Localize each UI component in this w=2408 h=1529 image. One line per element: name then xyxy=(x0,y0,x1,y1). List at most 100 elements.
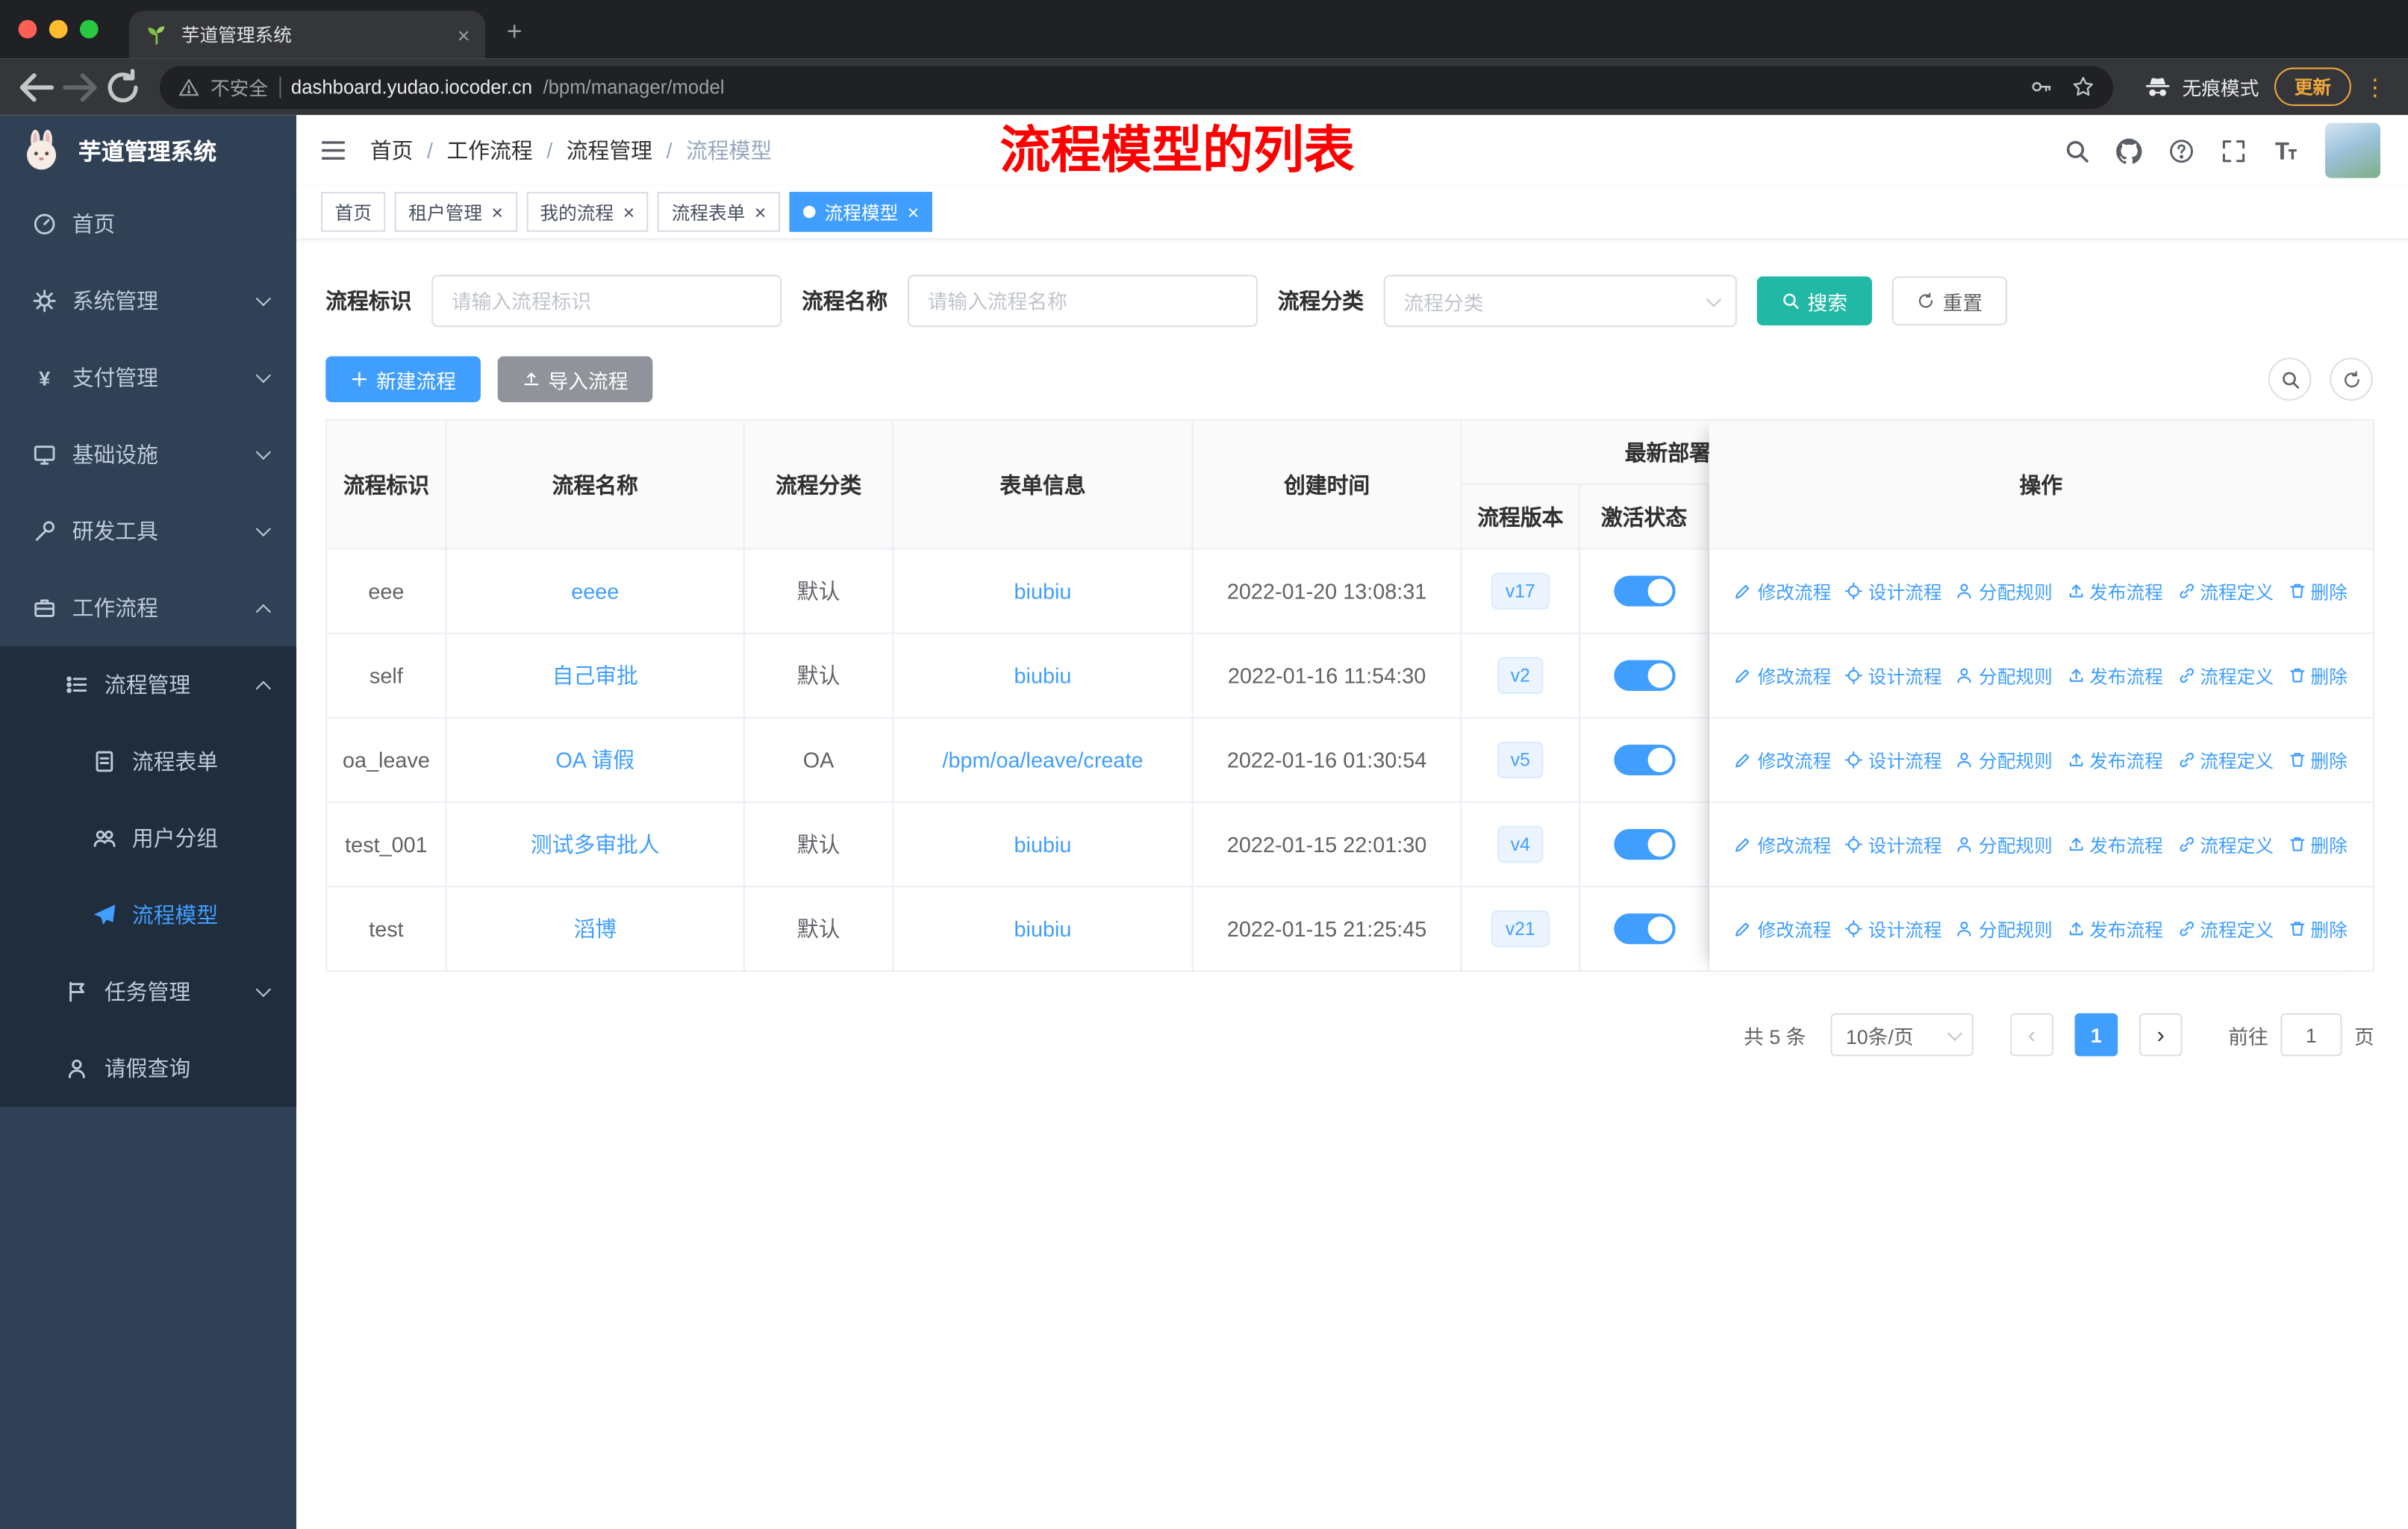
form-info-link[interactable]: /bpm/oa/leave/create xyxy=(942,748,1143,772)
sidebar-item-process-manage[interactable]: 流程管理 xyxy=(0,646,297,724)
action-assign-rule[interactable]: 分配规则 xyxy=(1956,831,2053,857)
search-button[interactable]: 搜索 xyxy=(1756,276,1873,326)
bookmark-star-icon[interactable] xyxy=(2071,75,2094,99)
active-toggle[interactable] xyxy=(1613,744,1675,775)
tag-process-model[interactable]: 流程模型 × xyxy=(789,192,933,232)
sidebar-item-task-manage[interactable]: 任务管理 xyxy=(0,953,297,1031)
github-icon[interactable] xyxy=(2116,137,2142,163)
action-edit[interactable]: 修改流程 xyxy=(1735,663,1831,689)
url-bar[interactable]: 不安全 dashboard.yudao.iocoder.cn/bpm/manag… xyxy=(159,65,2113,109)
action-publish[interactable]: 发布流程 xyxy=(2066,916,2163,942)
form-info-link[interactable]: biubiu xyxy=(1014,579,1072,604)
action-design[interactable]: 设计流程 xyxy=(1845,916,1942,942)
browser-menu-icon[interactable]: ⋮ xyxy=(2363,73,2386,101)
sidebar-item-process-form[interactable]: 流程表单 xyxy=(0,723,297,800)
action-design[interactable]: 设计流程 xyxy=(1845,831,1942,857)
prev-page-button[interactable]: ‹ xyxy=(2010,1013,2053,1057)
process-key-input[interactable] xyxy=(431,275,782,328)
minimize-window-button[interactable] xyxy=(49,19,68,39)
action-design[interactable]: 设计流程 xyxy=(1845,578,1942,604)
sidebar-item-home[interactable]: 首页 xyxy=(0,186,296,263)
action-assign-rule[interactable]: 分配规则 xyxy=(1956,747,2053,773)
process-name-link[interactable]: 自己审批 xyxy=(552,660,638,691)
breadcrumb-item[interactable]: 首页 xyxy=(370,135,414,166)
sidebar-item-infrastructure[interactable]: 基础设施 xyxy=(0,416,296,493)
sidebar-item-system[interactable]: 系统管理 xyxy=(0,263,296,340)
sidebar-item-workflow[interactable]: 工作流程 xyxy=(0,569,296,646)
active-toggle[interactable] xyxy=(1613,660,1675,691)
action-publish[interactable]: 发布流程 xyxy=(2066,663,2163,689)
sidebar-item-leave-query[interactable]: 请假查询 xyxy=(0,1030,297,1107)
password-key-icon[interactable] xyxy=(2030,75,2053,99)
action-publish[interactable]: 发布流程 xyxy=(2066,578,2163,604)
action-edit[interactable]: 修改流程 xyxy=(1735,747,1831,773)
forward-icon[interactable] xyxy=(58,65,102,108)
action-delete[interactable]: 删除 xyxy=(2288,663,2348,689)
tag-process-form[interactable]: 流程表单 × xyxy=(658,192,780,232)
process-name-link[interactable]: 滔博 xyxy=(573,913,617,944)
action-definition[interactable]: 流程定义 xyxy=(2177,916,2274,942)
toggle-search-button[interactable] xyxy=(2268,357,2312,401)
category-select[interactable]: 流程分类 xyxy=(1383,275,1737,328)
action-definition[interactable]: 流程定义 xyxy=(2177,831,2274,857)
form-info-link[interactable]: biubiu xyxy=(1014,832,1072,857)
app-logo[interactable]: 芋道管理系统 xyxy=(0,115,296,186)
sidebar-item-process-model[interactable]: 流程模型 xyxy=(0,876,297,954)
new-tab-button[interactable]: + xyxy=(507,17,522,48)
action-design[interactable]: 设计流程 xyxy=(1845,747,1942,773)
action-assign-rule[interactable]: 分配规则 xyxy=(1956,578,2053,604)
page-size-select[interactable]: 10条/页 xyxy=(1830,1013,1974,1057)
action-definition[interactable]: 流程定义 xyxy=(2177,578,2274,604)
action-delete[interactable]: 删除 xyxy=(2288,916,2348,942)
sidebar-item-dev-tools[interactable]: 研发工具 xyxy=(0,493,296,569)
action-assign-rule[interactable]: 分配规则 xyxy=(1956,916,2053,942)
close-icon[interactable]: × xyxy=(755,200,767,223)
next-page-button[interactable]: › xyxy=(2139,1013,2183,1057)
avatar[interactable] xyxy=(2324,122,2380,178)
search-icon[interactable] xyxy=(2064,137,2090,163)
form-info-link[interactable]: biubiu xyxy=(1014,663,1072,688)
action-publish[interactable]: 发布流程 xyxy=(2066,747,2163,773)
action-edit[interactable]: 修改流程 xyxy=(1735,831,1831,857)
refresh-table-button[interactable] xyxy=(2330,357,2373,401)
active-toggle[interactable] xyxy=(1613,828,1675,860)
browser-tab[interactable]: 芋道管理系统 × xyxy=(128,10,486,59)
tag-my-process[interactable]: 我的流程 × xyxy=(525,192,649,232)
create-process-button[interactable]: 新建流程 xyxy=(325,356,481,403)
font-size-icon[interactable] xyxy=(2273,137,2299,163)
action-definition[interactable]: 流程定义 xyxy=(2177,663,2274,689)
action-edit[interactable]: 修改流程 xyxy=(1735,916,1831,942)
collapse-sidebar-button[interactable] xyxy=(296,137,370,164)
action-delete[interactable]: 删除 xyxy=(2288,747,2348,773)
close-window-button[interactable] xyxy=(18,19,37,39)
action-publish[interactable]: 发布流程 xyxy=(2066,831,2163,857)
close-icon[interactable]: × xyxy=(908,200,920,223)
process-name-input[interactable] xyxy=(907,275,1258,328)
sidebar-item-user-group[interactable]: 用户分组 xyxy=(0,799,297,877)
back-icon[interactable] xyxy=(16,65,59,108)
maximize-window-button[interactable] xyxy=(79,19,99,39)
action-design[interactable]: 设计流程 xyxy=(1845,663,1942,689)
action-edit[interactable]: 修改流程 xyxy=(1735,578,1831,604)
reload-icon[interactable] xyxy=(102,65,145,108)
action-definition[interactable]: 流程定义 xyxy=(2177,747,2274,773)
action-delete[interactable]: 删除 xyxy=(2288,578,2348,604)
close-tab-icon[interactable]: × xyxy=(458,22,470,47)
update-button[interactable]: 更新 xyxy=(2274,67,2351,106)
process-name-link[interactable]: eeee xyxy=(571,579,619,604)
process-name-link[interactable]: OA 请假 xyxy=(555,745,634,775)
import-process-button[interactable]: 导入流程 xyxy=(497,356,653,403)
tag-home[interactable]: 首页 xyxy=(320,192,386,232)
active-toggle[interactable] xyxy=(1613,575,1675,607)
goto-page-input[interactable] xyxy=(2280,1013,2342,1057)
tag-tenant-manage[interactable]: 租户管理 × xyxy=(394,192,517,232)
breadcrumb-item[interactable]: 工作流程 xyxy=(446,135,532,166)
close-icon[interactable]: × xyxy=(491,200,503,223)
close-icon[interactable]: × xyxy=(623,200,635,223)
breadcrumb-item[interactable]: 流程模型 xyxy=(686,135,772,166)
process-name-link[interactable]: 测试多审批人 xyxy=(531,829,660,860)
reset-button[interactable]: 重置 xyxy=(1891,276,2008,326)
active-toggle[interactable] xyxy=(1613,913,1675,945)
sidebar-item-payment[interactable]: ¥ 支付管理 xyxy=(0,340,296,416)
action-assign-rule[interactable]: 分配规则 xyxy=(1956,663,2053,689)
